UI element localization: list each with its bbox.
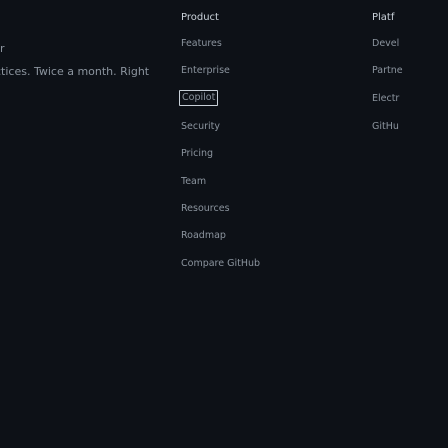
footer-heading-product: Product (181, 12, 219, 23)
footer-link-roadmap[interactable]: Roadmap (181, 230, 226, 242)
footer-column-platform: Platf Devel Partne Electr GitHu (372, 0, 448, 448)
footer-link-pricing[interactable]: Pricing (181, 148, 213, 160)
footer-link-resources[interactable]: Resources (181, 203, 230, 215)
footer-link-partners[interactable]: Partne (372, 65, 403, 77)
footer-link-developer[interactable]: Devel (372, 38, 399, 50)
footer-link-github-desktop[interactable]: GitHu (372, 121, 399, 133)
footer-link-team[interactable]: Team (181, 176, 206, 188)
newsletter-text-line-2: ctices. Twice a month. Right (0, 65, 150, 78)
footer-link-features[interactable]: Features (181, 38, 222, 50)
focus-ring: Copilot (179, 90, 219, 106)
footer-link-security[interactable]: Security (181, 121, 220, 133)
footer-link-electron[interactable]: Electr (372, 93, 399, 105)
newsletter-text-line-1: r (0, 42, 5, 55)
footer-heading-platform: Platf (372, 12, 395, 23)
footer-link-enterprise[interactable]: Enterprise (181, 65, 230, 77)
footer-region: r ctices. Twice a month. Right Product F… (0, 0, 448, 448)
footer-link-compare-github[interactable]: Compare GitHub (181, 258, 260, 270)
